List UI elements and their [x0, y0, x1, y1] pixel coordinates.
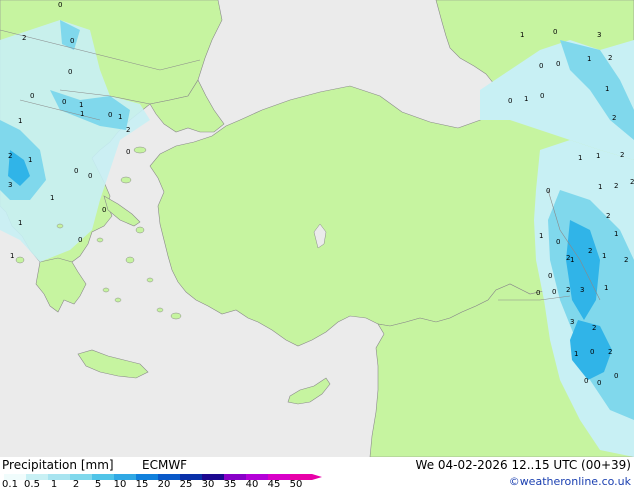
precip-value: 2	[630, 178, 634, 186]
precip-value: 2	[606, 212, 610, 220]
precip-value: 0	[30, 92, 34, 100]
precip-value: 1	[574, 350, 578, 358]
legend-label: 20	[157, 479, 171, 490]
precip-value: 2	[22, 34, 26, 42]
credit-link[interactable]: ©weatheronline.co.uk	[509, 475, 631, 489]
precipitation-map: 0001212 13112321122112212122 1 23 1322010 001…	[0, 0, 634, 457]
precip-value: 1	[598, 183, 602, 191]
legend-label: 10	[113, 479, 127, 490]
precip-value: 2	[126, 126, 130, 134]
precip-value: 0	[539, 62, 543, 70]
legend-label: 0.5	[24, 479, 40, 490]
precip-value: 0	[548, 272, 552, 280]
precip-value: 2	[620, 151, 624, 159]
legend-labels: 0.1 0.5 1 2 5 10 15 20 25 30 35 40 45 50	[0, 480, 340, 490]
precip-value: 0	[614, 372, 618, 380]
precip-value: 1	[118, 113, 122, 121]
precip-value: 1	[10, 252, 14, 260]
precip-value: 1	[524, 95, 528, 103]
precip-value: 0	[536, 289, 540, 297]
precip-value: 1	[18, 117, 22, 125]
precip-value: 0	[58, 1, 62, 9]
legend-label: 50	[289, 479, 303, 490]
precip-value: 2	[8, 152, 12, 160]
precip-value: 0	[552, 288, 556, 296]
legend-label: 45	[267, 479, 281, 490]
precip-value: 0	[102, 206, 106, 214]
precip-value: 1	[50, 194, 54, 202]
precip-value: 3	[580, 286, 584, 294]
precip-value: 0	[126, 148, 130, 156]
precip-value: 1	[539, 232, 543, 240]
precip-value: 1	[614, 230, 618, 238]
legend-label: 5	[94, 479, 102, 490]
precip-value: 0	[88, 172, 92, 180]
precip-value: 2	[614, 182, 618, 190]
precip-value: 1	[605, 85, 609, 93]
legend-label: 2	[72, 479, 80, 490]
legend-label: 30	[201, 479, 215, 490]
precip-value: 2	[592, 324, 596, 332]
precip-value: 3	[8, 181, 12, 189]
precip-value: 2	[566, 286, 570, 294]
precip-value: 1	[79, 101, 83, 109]
precip-value: 1	[587, 55, 591, 63]
precip-value: 1	[520, 31, 524, 39]
legend-label: 25	[179, 479, 193, 490]
precip-value: 1	[596, 152, 600, 160]
precip-value: 0	[553, 28, 557, 36]
precip-value: 2	[608, 348, 612, 356]
valid-time: We 04-02-2026 12..15 UTC (00+39)	[415, 458, 631, 472]
precip-value: 0	[62, 98, 66, 106]
precip-value: 1	[570, 256, 574, 264]
precip-value: 1	[602, 252, 606, 260]
legend-label: 15	[135, 479, 149, 490]
precip-value: 0	[74, 167, 78, 175]
precip-value: 3	[570, 318, 574, 326]
precip-value: 1	[578, 154, 582, 162]
precip-value: 2	[588, 247, 592, 255]
precip-value: 0	[108, 111, 112, 119]
precip-value: 0	[584, 377, 588, 385]
precip-value: 0	[508, 97, 512, 105]
map-title: Precipitation [mm]	[2, 458, 114, 472]
legend-label: 0.1	[2, 479, 18, 490]
precip-value: 0	[68, 68, 72, 76]
precip-value: 0	[556, 238, 560, 246]
precip-value: 0	[590, 348, 594, 356]
precip-value: 2	[612, 114, 616, 122]
precip-value: 1	[18, 219, 22, 227]
precip-value: 1	[604, 284, 608, 292]
legend-label: 35	[223, 479, 237, 490]
precip-value: 2	[624, 256, 628, 264]
precip-value: 0	[70, 37, 74, 45]
model-label: ECMWF	[142, 458, 188, 472]
precip-value: 2	[608, 54, 612, 62]
precip-value: 0	[597, 379, 601, 387]
precip-value: 0	[540, 92, 544, 100]
precip-value: 0	[546, 187, 550, 195]
legend-label: 40	[245, 479, 259, 490]
precip-value: 0	[78, 236, 82, 244]
precip-value: 1	[28, 156, 32, 164]
precip-value: 3	[597, 31, 601, 39]
legend-label: 1	[50, 479, 58, 490]
precip-value: 1	[80, 110, 84, 118]
precip-value: 0	[556, 60, 560, 68]
footer: Precipitation [mm] ECMWF We 04-02-2026 1…	[0, 457, 634, 490]
